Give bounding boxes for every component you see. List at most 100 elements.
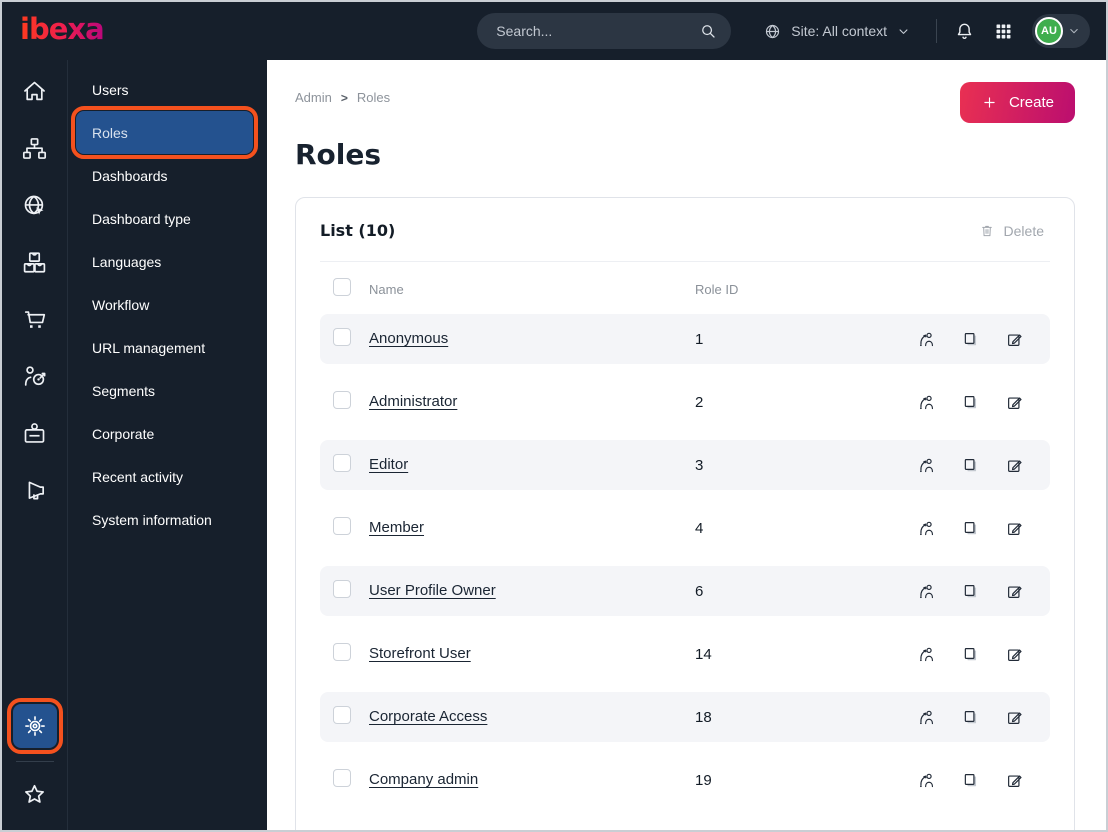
copy-button[interactable] xyxy=(961,519,980,538)
sidebar-item-roles[interactable]: Roles xyxy=(71,106,258,159)
create-button[interactable]: Create xyxy=(959,82,1075,123)
role-name-link[interactable]: Company admin xyxy=(369,771,478,788)
copy-button[interactable] xyxy=(961,708,980,727)
assign-user-button[interactable] xyxy=(917,456,936,475)
rail-item-commerce[interactable] xyxy=(13,297,57,341)
role-id: 19 xyxy=(695,771,712,789)
badge-icon xyxy=(24,422,45,443)
edit-button[interactable] xyxy=(1005,393,1024,412)
breadcrumb: Admin > Roles xyxy=(295,82,390,105)
edit-icon xyxy=(1008,648,1022,661)
copy-button[interactable] xyxy=(961,330,980,349)
assign-user-button[interactable] xyxy=(917,771,936,790)
table-row: Storefront User 14 xyxy=(320,629,1050,679)
notifications-button[interactable] xyxy=(954,21,975,42)
copy-button[interactable] xyxy=(961,771,980,790)
delete-button[interactable]: Delete xyxy=(973,222,1050,240)
rail-item-admin[interactable] xyxy=(13,411,57,455)
copy-button[interactable] xyxy=(961,456,980,475)
row-checkbox[interactable] xyxy=(333,768,351,787)
breadcrumb-item-admin[interactable]: Admin xyxy=(295,90,332,105)
copy-button[interactable] xyxy=(961,393,980,412)
sidebar-item-url-management[interactable]: URL management xyxy=(76,326,253,369)
rail-item-personalization[interactable] xyxy=(13,354,57,398)
sidebar-menu: Users Roles Dashboards Dashboard type La… xyxy=(68,60,267,830)
assign-user-button[interactable] xyxy=(917,519,936,538)
copy-icon xyxy=(964,647,977,660)
search-input[interactable] xyxy=(494,22,700,40)
sidebar-item-users[interactable]: Users xyxy=(76,68,253,111)
rail-item-settings-active[interactable] xyxy=(6,698,63,754)
user-menu[interactable]: AU xyxy=(1032,14,1090,48)
role-id: 4 xyxy=(695,519,704,537)
role-id: 14 xyxy=(695,645,712,663)
row-checkbox[interactable] xyxy=(333,327,351,346)
copy-button[interactable] xyxy=(961,582,980,601)
rail-item-favorites[interactable] xyxy=(13,772,57,816)
copy-icon xyxy=(964,458,977,471)
edit-button[interactable] xyxy=(1005,330,1024,349)
edit-icon xyxy=(1008,396,1022,409)
row-checkbox[interactable] xyxy=(333,453,351,472)
role-name-link[interactable]: Storefront User xyxy=(369,645,471,662)
sidebar-item-languages[interactable]: Languages xyxy=(76,240,253,283)
sidebar-item-dashboards[interactable]: Dashboards xyxy=(76,154,253,197)
rail-divider xyxy=(15,761,54,762)
edit-button[interactable] xyxy=(1005,771,1024,790)
person-target-icon xyxy=(24,365,46,386)
main-content: Admin > Roles Create Roles List (10) Del… xyxy=(267,60,1106,830)
assign-user-button[interactable] xyxy=(917,708,936,727)
edit-button[interactable] xyxy=(1005,645,1024,664)
assign-user-button[interactable] xyxy=(917,645,936,664)
sidebar-item-workflow[interactable]: Workflow xyxy=(76,283,253,326)
select-all-checkbox[interactable] xyxy=(333,278,351,296)
edit-icon xyxy=(1008,522,1022,535)
copy-icon xyxy=(964,332,977,345)
create-button-label: Create xyxy=(1008,94,1054,111)
assign-user-button[interactable] xyxy=(917,330,936,349)
rail-item-home[interactable] xyxy=(13,69,57,113)
sidebar-item-segments[interactable]: Segments xyxy=(76,369,253,412)
edit-button[interactable] xyxy=(1005,582,1024,601)
site-context-label: Site: All context xyxy=(791,23,887,39)
icon-rail xyxy=(2,60,68,830)
assign-user-button[interactable] xyxy=(917,393,936,412)
edit-button[interactable] xyxy=(1005,519,1024,538)
role-name-link[interactable]: Corporate Access xyxy=(369,708,487,725)
edit-button[interactable] xyxy=(1005,708,1024,727)
role-name-link[interactable]: User Profile Owner xyxy=(369,582,496,599)
globe-icon xyxy=(766,24,780,38)
rail-item-site[interactable] xyxy=(13,183,57,227)
assign-user-button[interactable] xyxy=(917,582,936,601)
assign-user-icon xyxy=(920,458,934,472)
search-icon xyxy=(702,25,715,38)
role-name-link[interactable]: Editor xyxy=(369,456,408,473)
row-checkbox[interactable] xyxy=(333,390,351,409)
role-name-link[interactable]: Administrator xyxy=(369,393,457,410)
role-id: 1 xyxy=(695,330,704,348)
row-checkbox[interactable] xyxy=(333,705,351,724)
row-checkbox[interactable] xyxy=(333,579,351,598)
sidebar-item-system-information[interactable]: System information xyxy=(76,498,253,541)
role-name-link[interactable]: Anonymous xyxy=(369,330,448,347)
sidebar-item-corporate[interactable]: Corporate xyxy=(76,412,253,455)
row-checkbox[interactable] xyxy=(333,642,351,661)
rail-item-content-tree[interactable] xyxy=(13,126,57,170)
edit-button[interactable] xyxy=(1005,456,1024,475)
table-row: Anonymous 1 xyxy=(320,314,1050,364)
edit-icon xyxy=(1008,459,1022,472)
rail-item-products[interactable] xyxy=(13,240,57,284)
sidebar-item-dashboard-type[interactable]: Dashboard type xyxy=(76,197,253,240)
site-context-selector[interactable]: Site: All context xyxy=(757,21,917,42)
copy-button[interactable] xyxy=(961,645,980,664)
app-window: ibexa Site: All context AU xyxy=(0,0,1108,832)
trash-icon xyxy=(981,225,992,236)
sidebar-item-recent-activity[interactable]: Recent activity xyxy=(76,455,253,498)
role-name-link[interactable]: Member xyxy=(369,519,424,536)
global-search[interactable] xyxy=(477,13,732,49)
row-checkbox[interactable] xyxy=(333,516,351,535)
grid-icon xyxy=(996,24,1011,38)
rail-item-engage[interactable] xyxy=(13,468,57,512)
copy-icon xyxy=(964,584,977,597)
app-switcher-button[interactable] xyxy=(994,22,1013,41)
